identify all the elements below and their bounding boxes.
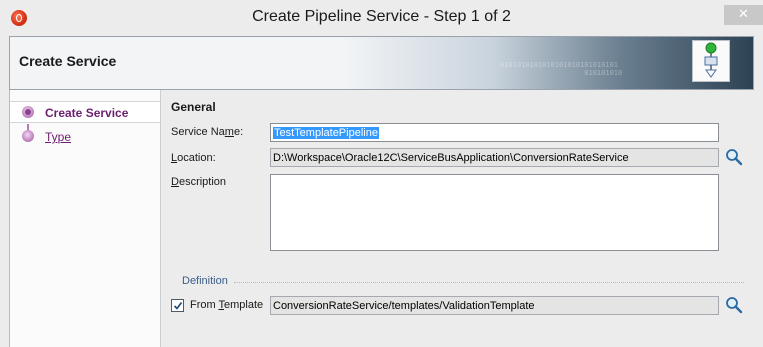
close-button[interactable]: ✕ — [724, 5, 763, 25]
window-title: Create Pipeline Service - Step 1 of 2 — [252, 8, 511, 25]
wizard-steps-nav: Create Service Type — [9, 90, 161, 347]
definition-section-title: Definition — [182, 275, 228, 287]
step-dot-icon — [22, 130, 34, 142]
step-create-service[interactable]: Create Service — [10, 101, 160, 123]
description-label: Description — [171, 176, 227, 188]
from-template-checkbox[interactable] — [171, 299, 184, 312]
wizard-content: General Service Name: TestTemplatePipeli… — [161, 90, 754, 347]
description-textarea[interactable] — [270, 174, 719, 251]
pipeline-wizard-icon — [692, 40, 730, 82]
location-field[interactable]: D:\Workspace\Oracle12C\ServiceBusApplica… — [270, 148, 719, 167]
step-type[interactable]: Type — [10, 126, 160, 148]
service-name-input[interactable]: TestTemplatePipeline — [270, 123, 719, 142]
location-browse-magnifier-icon[interactable] — [725, 148, 743, 166]
step-create-service-label: Create Service — [45, 106, 129, 120]
title-bar: Create Pipeline Service - Step 1 of 2 ✕ — [0, 0, 763, 37]
binary-decoration: 0101010101010101010101010101 010101010 — [500, 61, 623, 77]
header-title: Create Service — [19, 53, 117, 69]
service-name-label: Service Name: — [171, 126, 244, 138]
template-field[interactable]: ConversionRateService/templates/Validati… — [270, 296, 719, 315]
service-name-value: TestTemplatePipeline — [273, 127, 379, 139]
wizard-header: Create Service 0101010101010101010101010… — [9, 36, 754, 90]
step-type-link[interactable]: Type — [45, 130, 71, 144]
step-current-dot-icon — [22, 106, 34, 118]
template-browse-magnifier-icon[interactable] — [725, 296, 743, 314]
location-label: Location: — [171, 152, 216, 164]
from-template-label[interactable]: From Template — [190, 299, 263, 311]
dialog-window: Create Pipeline Service - Step 1 of 2 ✕ … — [0, 0, 763, 347]
section-title: General — [171, 100, 216, 114]
definition-divider — [234, 282, 744, 283]
